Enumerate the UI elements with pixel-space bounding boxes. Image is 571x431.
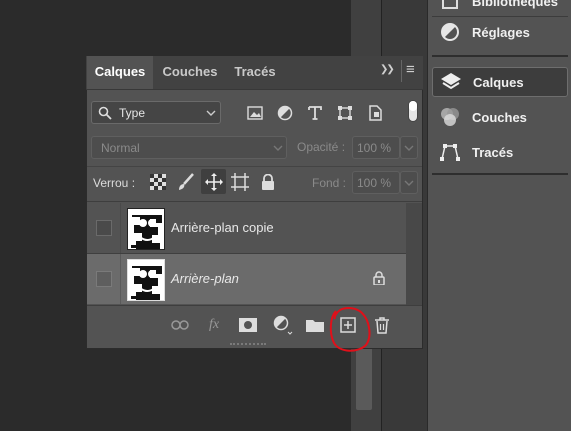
dock-item-layers[interactable]: Calques: [432, 67, 568, 97]
filter-pixel-icon[interactable]: [245, 103, 265, 123]
dock-item-label: Couches: [472, 109, 527, 125]
visibility-toggle[interactable]: [96, 271, 112, 287]
fill-label: Fond :: [312, 176, 347, 190]
opacity-input[interactable]: 100 %: [352, 136, 400, 159]
layer-thumbnail: [127, 259, 165, 301]
library-icon: [438, 0, 462, 13]
filter-shape-icon[interactable]: [335, 103, 355, 123]
fill-input[interactable]: 100 %: [352, 171, 400, 194]
chevron-down-icon: [404, 142, 414, 156]
lock-label: Verrou :: [93, 176, 136, 190]
dock-group-divider: [432, 55, 568, 57]
lock-image-pixels-icon[interactable]: [175, 171, 197, 193]
mask-icon[interactable]: [238, 315, 258, 335]
row-divider: [120, 254, 121, 304]
chevron-down-icon: [273, 142, 283, 156]
lock-all-icon[interactable]: [257, 171, 279, 193]
layer-name[interactable]: Arrière-plan copie: [171, 220, 274, 235]
panel-divider: [87, 166, 422, 167]
layers-icon: [439, 70, 463, 94]
opacity-label: Opacité :: [297, 140, 346, 154]
fill-dropdown-button[interactable]: [400, 171, 418, 194]
link-icon[interactable]: [170, 315, 190, 335]
dock-item-label: Réglages: [472, 24, 530, 40]
panel-menu-icon[interactable]: ≡: [406, 61, 415, 78]
channels-icon: [438, 105, 462, 129]
adjustment-layer-icon[interactable]: [272, 314, 294, 336]
row-divider: [120, 203, 121, 253]
filter-text-icon[interactable]: [305, 103, 325, 123]
annotation-circle: [329, 307, 371, 352]
tab-paths[interactable]: Tracés: [227, 56, 283, 89]
filter-type-select[interactable]: Type: [91, 101, 221, 124]
layer-lock-icon: [373, 271, 385, 290]
dock-item-label: Bibliothèques: [472, 0, 558, 9]
dock-item-adjustments[interactable]: Réglages: [432, 17, 568, 47]
layers-scrollbar[interactable]: [406, 203, 422, 305]
opacity-dropdown-button[interactable]: [400, 136, 418, 159]
layer-thumbnail: [127, 208, 165, 250]
right-dock: [427, 0, 571, 431]
dock-item-libraries[interactable]: Bibliothèques: [432, 0, 568, 16]
collapse-panel-button[interactable]: ❯❯: [380, 64, 395, 75]
adjustments-icon: [438, 20, 462, 44]
blend-mode-value: Normal: [101, 141, 140, 155]
blend-mode-select[interactable]: Normal: [91, 136, 287, 159]
opacity-value: 100 %: [357, 141, 392, 155]
panel-resize-grip[interactable]: [230, 343, 266, 346]
lock-position-icon[interactable]: [201, 169, 226, 194]
fx-icon[interactable]: fx: [203, 314, 225, 336]
tab-channels[interactable]: Couches: [155, 56, 225, 89]
lock-artboard-icon[interactable]: [229, 171, 251, 193]
panel-divider: [87, 201, 422, 202]
filter-smart-object-icon[interactable]: [365, 103, 385, 123]
trash-icon[interactable]: [372, 314, 392, 336]
layer-row[interactable]: Arrière-plan copie: [87, 203, 406, 253]
lock-transparent-pixels-icon[interactable]: [147, 171, 169, 193]
chevron-down-icon: [404, 177, 414, 191]
filter-type-value: Type: [119, 106, 146, 120]
filter-adjustment-icon[interactable]: [275, 103, 295, 123]
search-icon: [98, 106, 112, 123]
tab-layers[interactable]: Calques: [87, 56, 153, 89]
tab-divider: [401, 60, 402, 82]
chevron-down-icon: [206, 107, 216, 121]
dock-item-channels[interactable]: Couches: [432, 102, 568, 132]
filter-toggle-switch[interactable]: [408, 100, 418, 122]
fill-value: 100 %: [357, 176, 392, 190]
dock-group-divider: [432, 173, 568, 175]
dock-item-paths[interactable]: Tracés: [432, 137, 568, 167]
visibility-toggle[interactable]: [96, 220, 112, 236]
dock-item-label: Tracés: [472, 144, 514, 160]
dock-item-label: Calques: [473, 74, 524, 90]
paths-icon: [438, 140, 462, 164]
layer-row-selected[interactable]: Arrière-plan: [87, 254, 406, 304]
folder-icon[interactable]: [305, 315, 325, 335]
layer-name[interactable]: Arrière-plan: [171, 271, 239, 286]
